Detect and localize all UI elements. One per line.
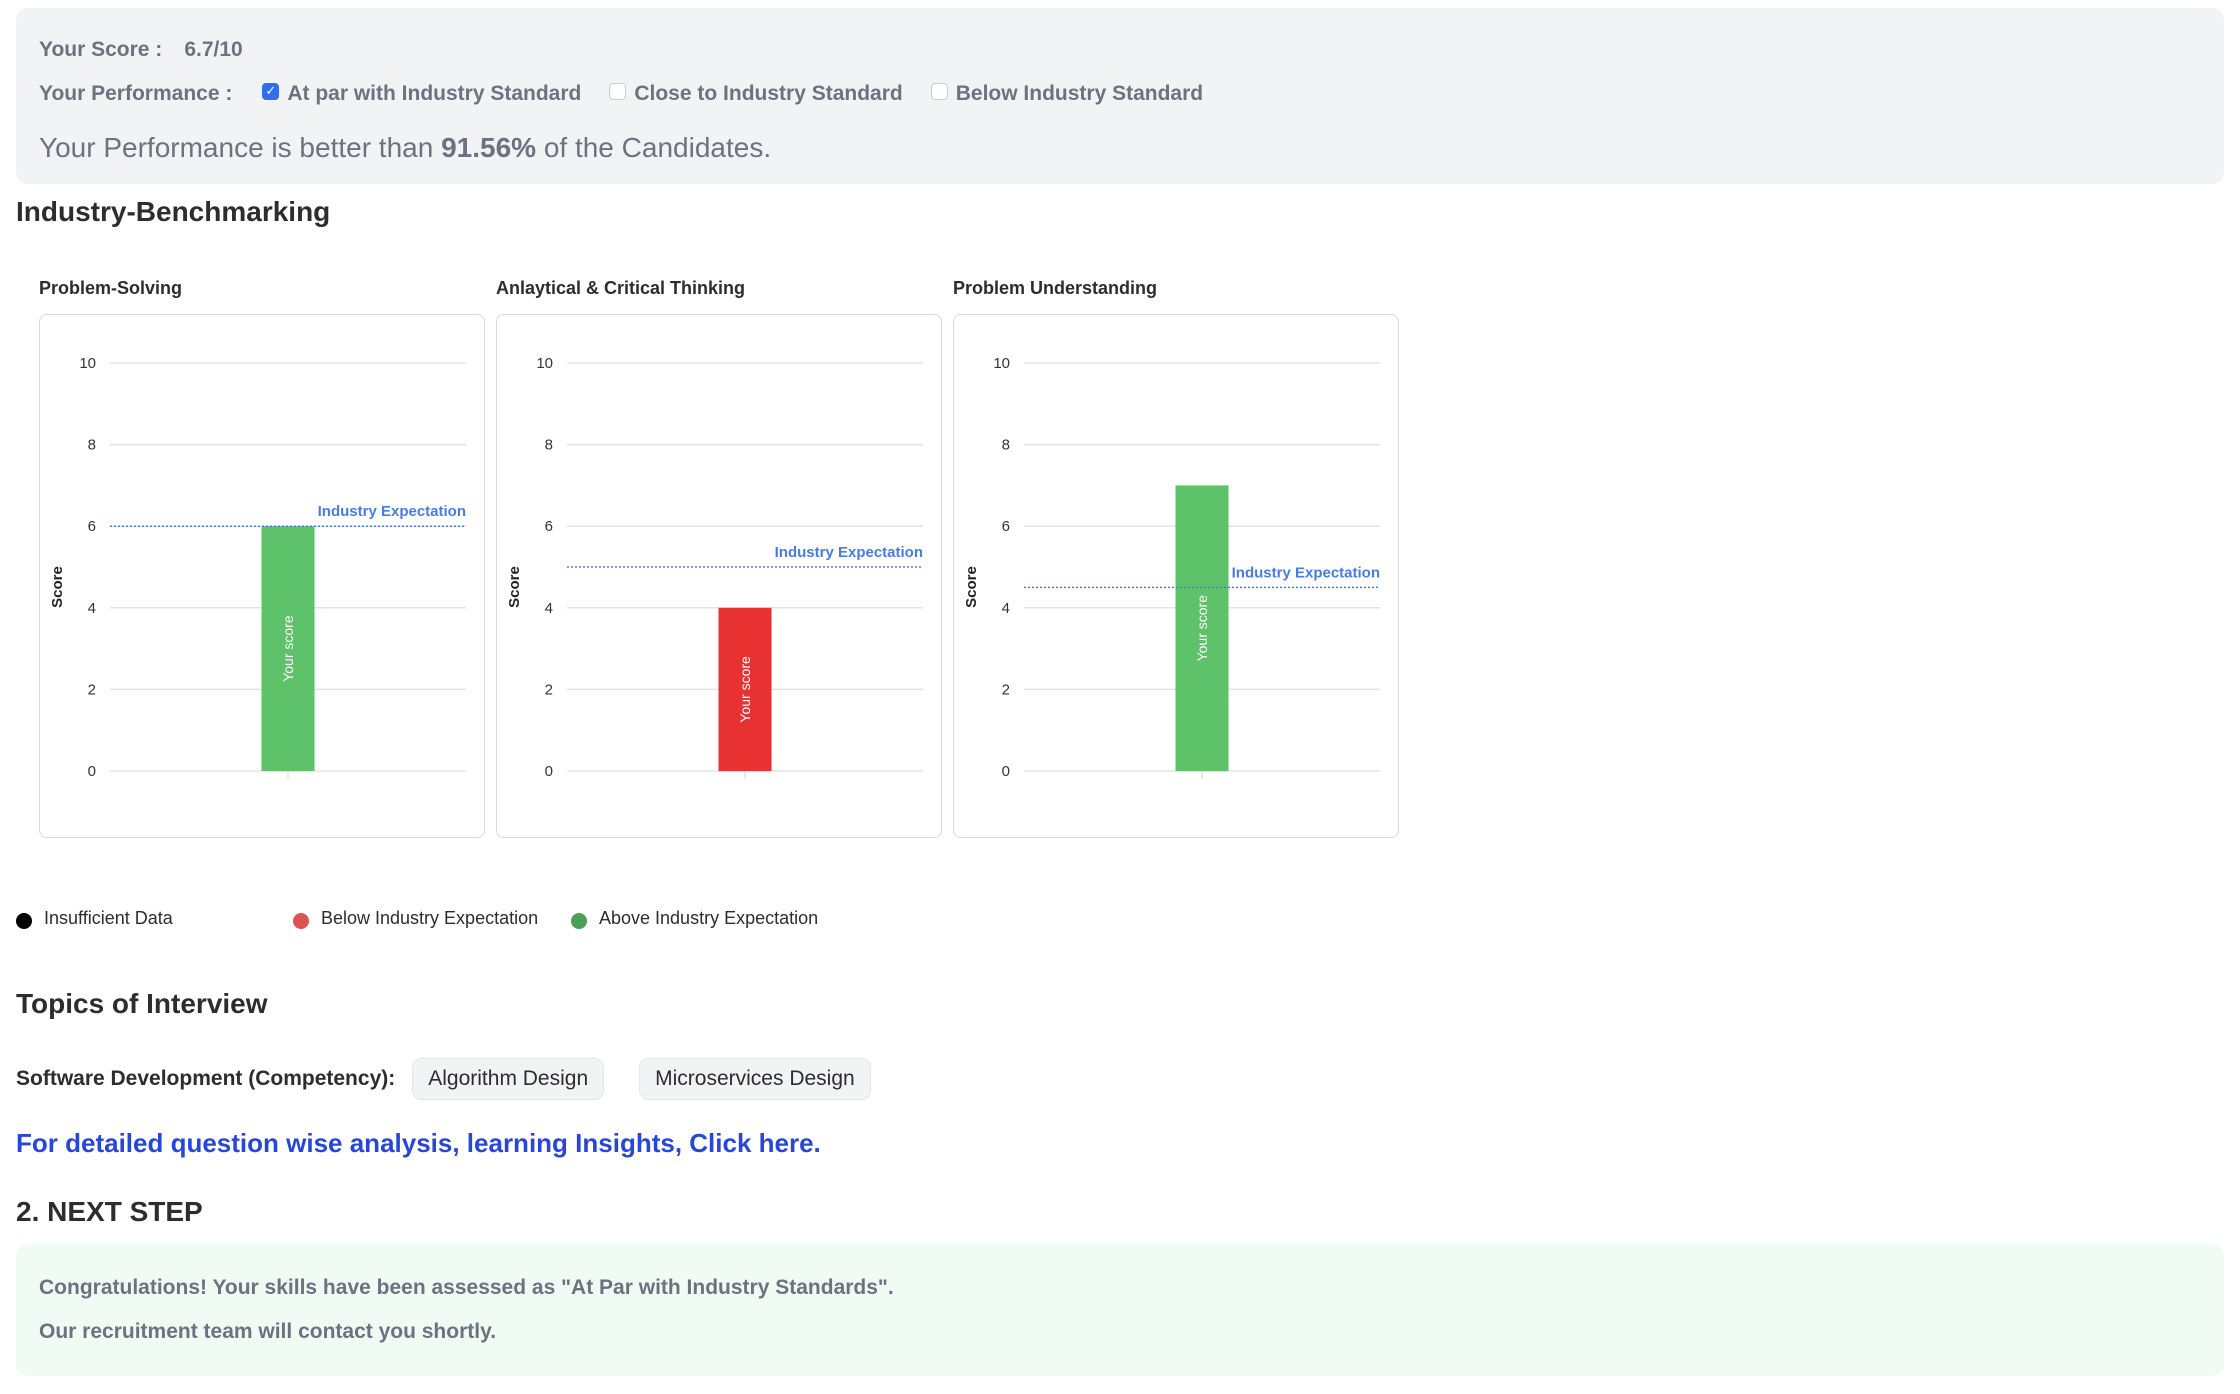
y-tick-label: 6 — [1002, 518, 1010, 535]
legend-item-below: Below Industry Expectation — [293, 908, 538, 929]
y-tick-label: 2 — [1002, 681, 1010, 698]
bar-label: Your score — [1194, 595, 1210, 662]
performance-label: Your Performance : — [39, 82, 233, 105]
industry-expectation-label: Industry Expectation — [775, 544, 923, 561]
y-tick-label: 4 — [88, 600, 96, 617]
topic-chip: Algorithm Design — [412, 1058, 605, 1100]
y-axis-label: Score — [49, 566, 66, 608]
legend-item-above: Above Industry Expectation — [571, 908, 818, 929]
chart-title-problem-solving: Problem-Solving — [39, 278, 183, 298]
legend-label: Above Industry Expectation — [599, 908, 819, 928]
bar-label: Your score — [737, 656, 753, 723]
y-tick-label: 0 — [545, 763, 553, 780]
chart-problem-solving: 0 2 4 6 8 10 Score Your score Industry Expectati… — [39, 314, 485, 838]
bar-chart-svg: 0 2 4 6 8 10 Score Your score Industry Expectati… — [506, 355, 923, 780]
y-tick-label: 10 — [79, 355, 96, 372]
legend-dot-icon — [16, 912, 32, 929]
checkbox-unchecked-icon[interactable] — [930, 82, 948, 100]
bar-label: Your score — [280, 615, 296, 682]
y-axis-label: Score — [506, 566, 523, 608]
y-tick-label: 8 — [545, 437, 553, 454]
y-tick-label: 6 — [545, 518, 553, 535]
y-tick-label: 4 — [1002, 600, 1010, 617]
option-label: Below Industry Standard — [955, 82, 1204, 105]
bar-chart-svg: 0 2 4 6 8 10 Score Your score Industry Expectati… — [49, 355, 466, 780]
y-tick-label: 8 — [1002, 437, 1010, 454]
performance-option-below[interactable]: Below Industry Standard — [930, 82, 1204, 106]
percentile-suffix: of the Candidates. — [536, 132, 772, 163]
score-row: Your Score : 6.7/10 — [39, 38, 243, 62]
next-step-panel: Congratulations! Your skills have been a… — [16, 1244, 2224, 1376]
y-tick-label: 6 — [88, 518, 96, 535]
topics-row: Software Development (Competency): Algor… — [16, 1058, 906, 1100]
y-tick-label: 10 — [536, 355, 553, 372]
bar-chart-svg: 0 2 4 6 8 10 Score Your score Industry Expectati… — [963, 355, 1380, 780]
y-tick-label: 10 — [993, 355, 1010, 372]
competency-label: Software Development (Competency): — [16, 1067, 396, 1090]
percentile-value: 91.56% — [441, 132, 537, 163]
topic-chip: Microservices Design — [639, 1058, 871, 1100]
checkbox-checked-icon[interactable]: ✓ — [262, 82, 280, 100]
next-step-message: Congratulations! Your skills have been a… — [39, 1276, 894, 1299]
topics-heading: Topics of Interview — [16, 988, 268, 1019]
score-value: 6.7/10 — [184, 38, 243, 61]
percentile-prefix: Your Performance is better than — [39, 132, 442, 163]
legend-dot-icon — [571, 912, 587, 929]
score-label: Your Score : — [39, 38, 163, 61]
chart-title-problem-understanding: Problem Understanding — [953, 278, 1158, 298]
chart-title-analytical-thinking: Anlaytical & Critical Thinking — [496, 278, 746, 298]
y-tick-label: 2 — [545, 681, 553, 698]
performance-option-at-par[interactable]: ✓ At par with Industry Standard — [262, 82, 581, 106]
y-tick-label: 8 — [88, 437, 96, 454]
y-tick-label: 0 — [1002, 763, 1010, 780]
y-tick-label: 2 — [88, 681, 96, 698]
option-label: Close to Industry Standard — [634, 82, 903, 105]
industry-expectation-label: Industry Expectation — [1232, 564, 1380, 581]
percentile-text: Your Performance is better than 91.56% o… — [39, 132, 771, 164]
performance-option-close[interactable]: Close to Industry Standard — [609, 82, 903, 106]
score-summary-panel: Your Score : 6.7/10 Your Performance : ✓… — [16, 8, 2224, 184]
chart-problem-understanding: 0 2 4 6 8 10 Score Your score Industry Expectati… — [953, 314, 1399, 838]
y-tick-label: 0 — [88, 763, 96, 780]
legend-label: Insufficient Data — [44, 908, 173, 928]
y-axis-label: Score — [963, 566, 980, 608]
legend-label: Below Industry Expectation — [321, 908, 539, 928]
benchmarking-heading: Industry-Benchmarking — [16, 196, 331, 227]
performance-row: Your Performance : ✓ At par with Industr… — [39, 82, 1231, 106]
legend-item-insufficient: Insufficient Data — [16, 908, 173, 929]
industry-expectation-label: Industry Expectation — [318, 503, 466, 520]
y-tick-label: 4 — [545, 600, 553, 617]
next-step-heading: 2. NEXT STEP — [16, 1196, 203, 1227]
legend-dot-icon — [293, 912, 309, 929]
option-label: At par with Industry Standard — [287, 82, 582, 105]
checkbox-unchecked-icon[interactable] — [609, 82, 627, 100]
detailed-analysis-link[interactable]: For detailed question wise analysis, lea… — [16, 1128, 821, 1159]
chart-analytical-thinking: 0 2 4 6 8 10 Score Your score Industry Expectati… — [496, 314, 942, 838]
next-step-message: Our recruitment team will contact you sh… — [39, 1320, 497, 1343]
